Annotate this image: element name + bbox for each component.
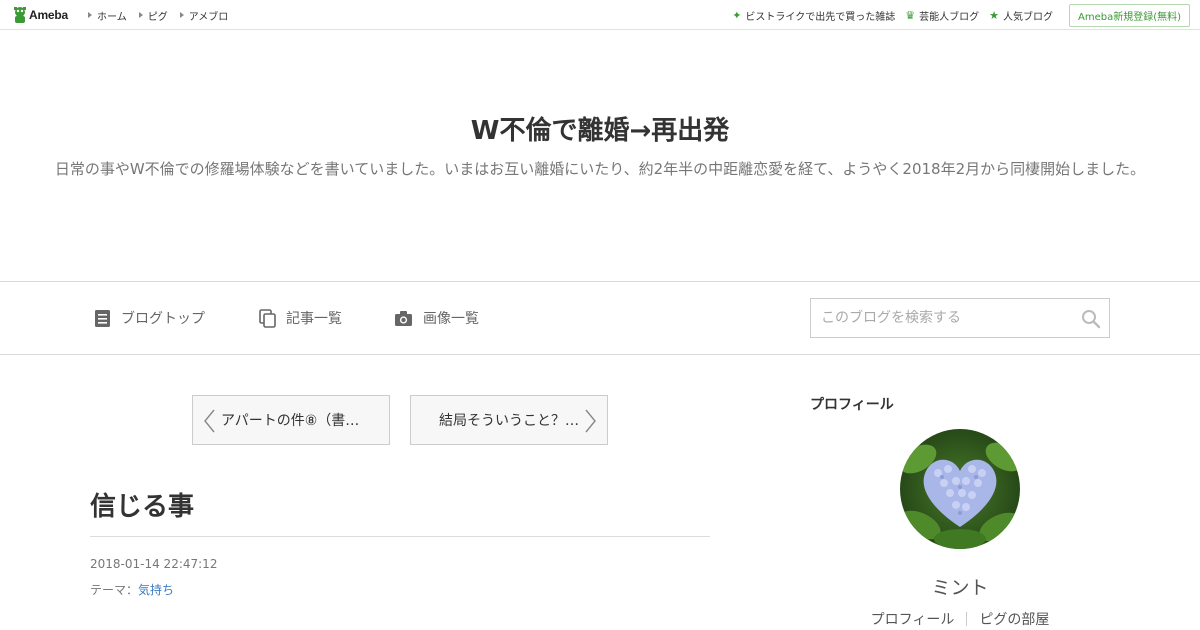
blog-search — [810, 298, 1110, 338]
ameba-logo[interactable]: Ameba — [13, 6, 68, 24]
nav-article-list[interactable]: 記事一覧 — [259, 308, 342, 328]
crown-icon: ♛ — [905, 8, 916, 22]
triangle-right-icon — [179, 12, 184, 18]
triangle-right-icon — [88, 12, 92, 18]
global-nav-label: ピグ — [147, 11, 168, 23]
global-nav-ameblo[interactable]: アメブロ — [179, 8, 229, 23]
entry-theme: テーマ：気持ち — [90, 581, 174, 598]
nav-article-list-label: 記事一覧 — [286, 311, 342, 327]
profile-heading: プロフィール — [810, 397, 894, 413]
popular-blog-link[interactable]: ★ 人気ブログ — [989, 8, 1053, 23]
star-icon: ★ — [989, 8, 999, 22]
copy-icon — [259, 308, 276, 328]
global-nav: ホーム ピグ アメブロ — [88, 0, 240, 30]
profile-link[interactable]: プロフィール — [859, 609, 967, 629]
search-input[interactable] — [811, 299, 1071, 337]
global-nav-home[interactable]: ホーム — [88, 8, 127, 23]
prev-article-button[interactable]: アパートの件⑧（書… — [192, 395, 390, 445]
sparkle-icon: ✦ — [732, 8, 742, 22]
entry-theme-prefix: テーマ： — [90, 583, 139, 597]
global-right-links: ✦ ビストライクで出先で買った雑誌 ♛ 芸能人ブログ ★ 人気ブログ Ameba新規登… — [722, 0, 1190, 30]
global-nav-label: ホーム — [97, 11, 127, 23]
promo-link[interactable]: ✦ ビストライクで出先で買った雑誌 — [732, 8, 895, 23]
entry-theme-link[interactable]: 気持ち — [138, 583, 174, 597]
camera-icon — [395, 310, 412, 326]
search-button[interactable] — [1079, 307, 1103, 331]
ameba-mascot-icon — [13, 6, 27, 24]
pigg-room-link[interactable]: ピグの部屋 — [967, 609, 1061, 629]
next-article-label: 結局そういうこと？… — [439, 413, 579, 429]
nav-image-list[interactable]: 画像一覧 — [394, 308, 479, 328]
global-header: Ameba ホーム ピグ アメブロ ✦ ビストライクで出先で買った雑誌 ♛ 芸能人ブ… — [0, 0, 1200, 30]
triangle-right-icon — [138, 12, 143, 18]
popular-blog-label: 人気ブログ — [1002, 11, 1053, 23]
next-article-button[interactable]: 結局そういうこと？… — [410, 395, 608, 445]
nav-image-list-label: 画像一覧 — [423, 311, 479, 327]
blog-title[interactable]: W不倫で離婚→再出発 — [0, 110, 1200, 147]
logo-text: Ameba — [29, 8, 69, 22]
hydrangea-heart-image — [900, 429, 1020, 549]
entry-divider — [90, 536, 710, 537]
chevron-right-icon — [585, 409, 596, 433]
profile-links: プロフィール ピグの部屋 — [810, 609, 1110, 629]
promo-link-label: ビストライクで出先で買った雑誌 — [745, 11, 896, 23]
nav-blog-top-label: ブログトップ — [121, 311, 205, 327]
blog-description: 日常の事やW不倫での修羅場体験などを書いていました。いまはお互い離婚にいたり、約… — [54, 160, 1146, 178]
register-button[interactable]: Ameba新規登録(無料) — [1068, 3, 1190, 27]
global-nav-label: アメブロ — [188, 11, 229, 23]
entry-title[interactable]: 信じる事 — [90, 486, 194, 523]
celebrity-blog-label: 芸能人ブログ — [919, 11, 980, 23]
global-nav-pigg[interactable]: ピグ — [138, 8, 168, 23]
celebrity-blog-link[interactable]: ♛ 芸能人ブログ — [905, 8, 979, 23]
entry-date: 2018-01-14 22:47:12 — [90, 557, 218, 571]
document-icon — [95, 309, 110, 327]
blog-nav: ブログトップ 記事一覧 画像一覧 — [0, 282, 1200, 355]
profile-name[interactable]: ミント — [810, 573, 1110, 600]
prev-article-label: アパートの件⑧（書… — [221, 413, 360, 429]
search-icon — [1082, 310, 1101, 329]
avatar[interactable] — [900, 429, 1020, 549]
chevron-left-icon — [204, 409, 215, 433]
nav-blog-top[interactable]: ブログトップ — [94, 308, 205, 328]
blog-header: W不倫で離婚→再出発 日常の事やW不倫での修羅場体験などを書いていました。いまは… — [0, 30, 1200, 282]
